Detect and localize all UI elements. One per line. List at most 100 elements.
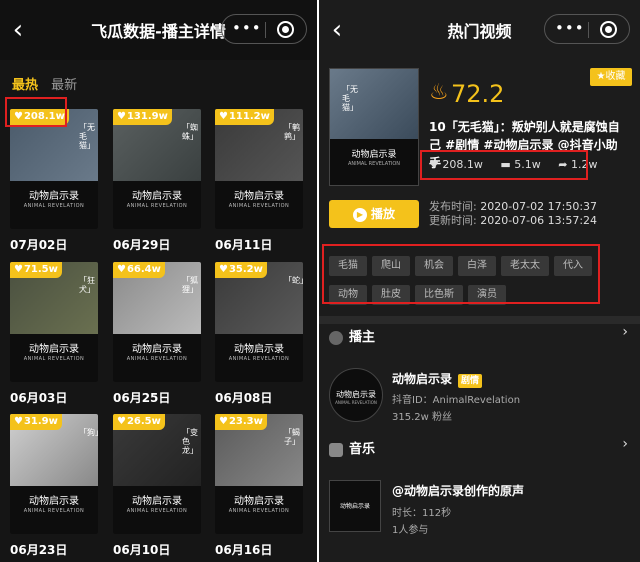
video-card[interactable]: 「狗」动物启示录ANIMAL REVELATION ♥31.9w 06月23日 [10, 414, 98, 558]
thumbnail-caption: 「蝎子」 [284, 428, 300, 446]
mini-program-capsule[interactable]: ••• [544, 14, 630, 44]
video-card[interactable]: 「无毛猫」 动物启示录 ANIMAL REVELATION ♥208.1w 07月02日 [10, 109, 98, 253]
tab-newest[interactable]: 最新 [51, 74, 77, 93]
video-thumbnail[interactable]: 「狂犬」 动物启示录 ANIMAL REVELATION ♥71.5w [10, 262, 98, 382]
thumbnail-logo: 动物启示录 [29, 344, 79, 355]
avatar-sub: ANIMAL REVELATION [335, 400, 377, 405]
likes-badge: ♥31.9w [10, 414, 62, 430]
video-card[interactable]: 「蛇」动物启示录ANIMAL REVELATION ♥35.2w 06月08日 [215, 262, 303, 406]
update-time: 2020-07-06 13:57:24 [480, 214, 598, 227]
cover-logo: 动物启示录 [351, 150, 397, 160]
thumbnail-caption: 「狂犬」 [79, 276, 95, 294]
video-thumbnail[interactable]: 「鹌鹑」 动物启示录 ANIMAL REVELATION ♥111.2w [215, 109, 303, 229]
highlight-box-stats [420, 150, 588, 180]
capsule-divider [588, 22, 589, 38]
likes-badge: ♥66.4w [113, 262, 165, 278]
thumbnail-logo: 动物启示录 [132, 496, 182, 507]
music-cover[interactable]: 动物启示录 [329, 480, 381, 532]
nav-bar: ‹ 热门视频 ••• [319, 0, 640, 60]
likes-badge: ♥111.2w [215, 109, 274, 125]
video-card[interactable]: 「变色龙」动物启示录 ANIMAL REVELATION ♥26.5w 06月10日 [113, 414, 201, 558]
streamer-name: 动物启示录 [392, 372, 453, 386]
thumbnail-logo-sub: ANIMAL REVELATION [126, 203, 188, 209]
video-card[interactable]: 「狐狸」 动物启示录 ANIMAL REVELATION ♥66.4w 06月25日 [113, 262, 201, 406]
music-duration: 时长：112秒 [392, 508, 452, 519]
video-card[interactable]: 「鹌鹑」 动物启示录 ANIMAL REVELATION ♥111.2w 06月11日 [215, 109, 303, 253]
heart-icon: ♥ [117, 111, 126, 122]
video-date: 06月03日 [10, 391, 68, 405]
cover-caption: 「无毛猫」 [342, 85, 358, 112]
play-button[interactable]: ▶ 播放 [329, 200, 419, 228]
chevron-right-icon[interactable]: › [622, 324, 628, 340]
thumbnail-logo-sub: ANIMAL REVELATION [23, 508, 85, 514]
music-cover-text: 动物启示录 [339, 503, 370, 510]
highlight-box-tags [322, 244, 600, 304]
hot-score: 72.2 [451, 80, 505, 108]
time-info: 发布时间: 2020-07-02 17:50:37 更新时间: 2020-07-… [429, 200, 597, 228]
streamer-section-title: 播主 [349, 330, 376, 345]
video-cover[interactable]: 「无毛猫」 动物启示录 ANIMAL REVELATION [329, 68, 419, 186]
video-thumbnail[interactable]: 「狐狸」动物启示录 ANIMAL REVELATION ♥66.4w [113, 262, 201, 382]
video-date: 06月11日 [215, 238, 273, 252]
chevron-right-icon[interactable]: › [622, 436, 628, 452]
video-card[interactable]: 「蝎子」 动物启示录 ANIMAL REVELATION ♥23.3w 06月16日 [215, 414, 303, 558]
favorite-button[interactable]: ★收藏 [590, 68, 632, 86]
likes-badge: ♥23.3w [215, 414, 267, 430]
thumbnail-caption: 「蜘蛛」 [182, 123, 198, 141]
heart-icon: ♥ [219, 111, 228, 122]
close-target-icon[interactable] [600, 21, 617, 38]
close-target-icon[interactable] [277, 21, 294, 38]
thumbnail-logo: 动物启示录 [234, 344, 284, 355]
music-users: 1人参与 [392, 525, 429, 536]
video-thumbnail[interactable]: 「无毛猫」 动物启示录 ANIMAL REVELATION ♥208.1w [10, 109, 98, 229]
thumbnail-logo: 动物启示录 [234, 191, 284, 202]
sort-tabs: 最热 最新 [12, 74, 85, 93]
thumbnail-logo-sub: ANIMAL REVELATION [126, 508, 188, 514]
more-icon[interactable]: ••• [232, 19, 262, 37]
video-thumbnail[interactable]: 「蜘蛛」动物启示录 ANIMAL REVELATION ♥131.9w [113, 109, 201, 229]
music-note-icon [329, 442, 343, 457]
thumbnail-caption: 「变色龙」 [182, 428, 198, 455]
music-title: @动物启示录创作的原声 [392, 484, 525, 498]
video-date: 06月10日 [113, 543, 171, 557]
likes-count: 66.4w [126, 264, 161, 275]
video-card[interactable]: 「狂犬」 动物启示录 ANIMAL REVELATION ♥71.5w 06月03日 [10, 262, 98, 406]
publish-time: 2020-07-02 17:50:37 [480, 200, 598, 213]
more-icon[interactable]: ••• [555, 19, 585, 37]
thumbnail-logo: 动物启示录 [132, 191, 182, 202]
thumbnail-logo-sub: ANIMAL REVELATION [228, 356, 290, 362]
likes-count: 26.5w [126, 416, 161, 427]
video-thumbnail[interactable]: 「变色龙」动物启示录 ANIMAL REVELATION ♥26.5w [113, 414, 201, 534]
publish-label: 发布时间: [429, 200, 477, 213]
video-thumbnail[interactable]: 「狗」动物启示录ANIMAL REVELATION ♥31.9w [10, 414, 98, 534]
flame-icon: ♨ [429, 80, 449, 105]
likes-badge: ♥35.2w [215, 262, 267, 278]
highlight-box-likes [5, 97, 67, 127]
update-label: 更新时间: [429, 214, 477, 227]
mini-program-capsule[interactable]: ••• [221, 14, 307, 44]
likes-badge: ♥131.9w [113, 109, 172, 125]
video-date: 06月16日 [215, 543, 273, 557]
thumbnail-caption: 「狐狸」 [182, 276, 198, 294]
music-section-title: 音乐 [349, 442, 376, 457]
heart-icon: ♥ [219, 264, 228, 275]
tab-hottest[interactable]: 最热 [12, 74, 38, 93]
thumbnail-caption: 「鹌鹑」 [284, 123, 300, 141]
cover-logo-sub: ANIMAL REVELATION [347, 161, 401, 167]
streamer-section-header[interactable]: 播主 [329, 326, 375, 345]
video-card[interactable]: 「蜘蛛」 动物启示录 ANIMAL REVELATION ♥131.9w 06月29日 [113, 109, 201, 253]
music-section-header[interactable]: 音乐 [329, 438, 375, 457]
likes-badge: ♥26.5w [113, 414, 165, 430]
streamer-detail-screen: ‹ 飞瓜数据-播主详情 ••• 最热 最新 「无毛猫」 动物启示录 ANIMAL R… [0, 0, 317, 562]
thumbnail-logo: 动物启示录 [132, 344, 182, 355]
streamer-icon [329, 330, 343, 345]
likes-count: 131.9w [126, 111, 168, 122]
avatar[interactable]: 动物启示录 ANIMAL REVELATION [329, 368, 383, 422]
thumbnail-logo-sub: ANIMAL REVELATION [126, 356, 188, 362]
video-thumbnail[interactable]: 「蛇」动物启示录ANIMAL REVELATION ♥35.2w [215, 262, 303, 382]
video-thumbnail[interactable]: 「蝎子」 动物启示录 ANIMAL REVELATION ♥23.3w [215, 414, 303, 534]
thumbnail-logo-sub: ANIMAL REVELATION [23, 203, 85, 209]
likes-count: 111.2w [228, 111, 270, 122]
streamer-fans: 315.2w 粉丝 [392, 412, 452, 423]
likes-count: 71.5w [23, 264, 58, 275]
